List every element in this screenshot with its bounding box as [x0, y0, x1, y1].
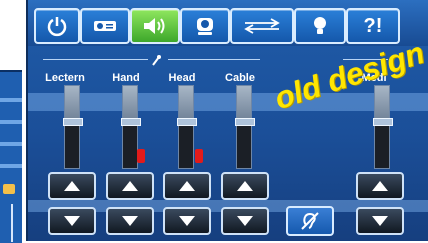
microphone-icon	[152, 55, 161, 66]
volume-up-button-medi[interactable]	[356, 172, 404, 200]
up-arrow-icon	[372, 181, 388, 191]
fader-knob[interactable]	[63, 118, 83, 126]
power-button[interactable]	[34, 8, 80, 44]
audio-button[interactable]	[130, 8, 180, 44]
fader-knob[interactable]	[235, 118, 255, 126]
up-arrow-icon	[64, 181, 80, 191]
down-arrow-icon	[122, 216, 138, 226]
swap-arrows-icon	[244, 18, 280, 34]
fader-knob[interactable]	[121, 118, 141, 126]
mute-indicator-hand	[137, 149, 145, 163]
projector-button[interactable]	[80, 8, 130, 44]
help-button[interactable]: ?!	[346, 8, 400, 44]
band	[28, 93, 428, 111]
volume-down-button-cable[interactable]	[221, 207, 269, 235]
scrollbar[interactable]	[11, 204, 13, 242]
volume-down-button-lectern[interactable]	[48, 207, 96, 235]
fader-head[interactable]	[177, 85, 197, 169]
hearing-loop-button[interactable]	[286, 206, 334, 236]
channel-label-hand: Hand	[112, 72, 140, 84]
up-arrow-icon	[122, 181, 138, 191]
hearing-loop-icon	[301, 212, 319, 230]
lighting-button[interactable]	[294, 8, 346, 44]
volume-down-button-medi[interactable]	[356, 207, 404, 235]
down-arrow-icon	[372, 216, 388, 226]
volume-up-button-lectern[interactable]	[48, 172, 96, 200]
down-arrow-icon	[64, 216, 80, 226]
fader-hand[interactable]	[121, 85, 141, 169]
fader-knob[interactable]	[177, 118, 197, 126]
help-label: ?!	[363, 14, 383, 37]
down-arrow-icon	[237, 216, 253, 226]
background-window	[0, 70, 22, 243]
channel-label-head: Head	[168, 72, 196, 84]
lock-icon	[3, 184, 15, 194]
up-arrow-icon	[237, 181, 253, 191]
projector-icon	[94, 21, 116, 31]
volume-down-button-hand[interactable]	[106, 207, 154, 235]
volume-down-button-head[interactable]	[163, 207, 211, 235]
channel-label-lectern: Lectern	[45, 72, 85, 84]
group-divider	[43, 59, 148, 60]
fader-medi[interactable]	[373, 85, 393, 169]
volume-up-button-head[interactable]	[163, 172, 211, 200]
volume-up-button-hand[interactable]	[106, 172, 154, 200]
switcher-button[interactable]	[230, 8, 294, 44]
lightbulb-icon	[314, 17, 326, 34]
fader-cable[interactable]	[235, 85, 255, 169]
channel-label-cable: Cable	[225, 72, 255, 84]
power-icon	[47, 17, 67, 37]
fader-lectern[interactable]	[63, 85, 83, 169]
fader-knob[interactable]	[373, 118, 393, 126]
camera-icon	[197, 18, 213, 35]
mute-indicator-head	[195, 149, 203, 163]
volume-up-button-cable[interactable]	[221, 172, 269, 200]
speaker-icon	[144, 18, 165, 34]
camera-button[interactable]	[180, 8, 230, 44]
up-arrow-icon	[179, 181, 195, 191]
audio-control-panel: ?! Lectern Hand Head Cable Medi old desi…	[26, 0, 428, 241]
down-arrow-icon	[179, 216, 195, 226]
group-divider	[168, 59, 260, 60]
